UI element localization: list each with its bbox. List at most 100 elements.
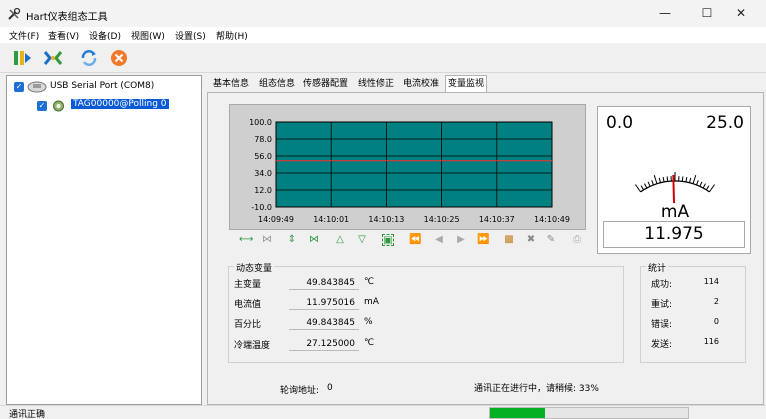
tab-sensor-config[interactable]: 传感器配置 <box>301 77 350 93</box>
gauge-tick <box>666 176 669 182</box>
fast-forward-icon[interactable]: ⏩ <box>477 234 489 246</box>
y-tick-label: -10.0 <box>251 203 272 212</box>
maximize-button[interactable]: ☐ <box>690 0 724 27</box>
menu-device[interactable]: 设备(D) <box>89 29 121 42</box>
gauge-tick <box>709 184 715 193</box>
gauge-tick <box>658 177 661 183</box>
trend-chart-svg: 100.0 78.0 56.0 34.0 12.0 -10.0 14:09:49 14:10:… <box>249 118 570 224</box>
menu-file[interactable]: 文件(F) <box>9 29 39 42</box>
var-label-primary: 主变量 <box>234 280 262 290</box>
menu-settings[interactable]: 设置(S) <box>175 29 206 42</box>
gauge-max: 25.0 <box>706 113 744 133</box>
var-label-cold-junction: 冷端温度 <box>234 341 271 351</box>
checkbox-port[interactable]: ✓ <box>14 82 24 92</box>
checkbox-device[interactable]: ✓ <box>37 101 47 111</box>
zoom-x-icon[interactable]: ⋈ <box>261 234 273 246</box>
stat-label-error: 错误: <box>651 320 673 330</box>
tree-port-label: USB Serial Port (COM8) <box>50 81 155 91</box>
x-tick-label: 14:10:01 <box>313 215 349 224</box>
gauge-tick <box>653 175 658 184</box>
variable-monitor-panel: 100.0 78.0 56.0 34.0 12.0 -10.0 14:09:49 14:10:… <box>207 92 764 405</box>
stat-label-success: 成功: <box>651 280 673 290</box>
gauge-tick <box>699 181 703 187</box>
chart-toolbar: ⟷ ⋈ ⇕ ⋈ △ ▽ ▣ ⏪ ◀ ▶ ⏩ ▩ ✖ ✎ ⎙ <box>229 230 586 250</box>
connect-icon[interactable] <box>11 47 33 69</box>
menu-window[interactable]: 视图(W) <box>131 29 165 42</box>
usb-port-icon <box>27 81 47 93</box>
tab-linear-correction[interactable]: 线性修正 <box>356 77 396 93</box>
gauge-tick <box>681 176 684 182</box>
gauge-tick <box>647 181 651 187</box>
gauge-value: 11.975 <box>603 221 745 248</box>
gauge-tick <box>651 180 654 186</box>
stat-value-success: 114 <box>703 277 719 286</box>
var-value-percent: 49.843845 <box>289 316 359 330</box>
statistics-title: 统计 <box>646 261 669 274</box>
tab-config-info[interactable]: 组态信息 <box>257 77 297 93</box>
scroll-down-icon[interactable]: ▽ <box>356 234 368 246</box>
polling-address-value: 0 <box>327 383 333 393</box>
gauge-tick <box>689 177 692 183</box>
minimize-button[interactable]: — <box>648 0 682 27</box>
y-tick-label: 78.0 <box>254 135 272 144</box>
close-button[interactable]: ✕ <box>724 0 758 27</box>
tab-variable-monitor[interactable]: 变量监视 <box>445 75 488 93</box>
refresh-icon[interactable] <box>78 47 100 69</box>
edit-icon[interactable]: ✎ <box>545 234 557 246</box>
var-unit-current: mA <box>364 297 379 307</box>
search-device-icon[interactable] <box>42 47 64 69</box>
menu-bar: 文件(F) 查看(V) 设备(D) 视图(W) 设置(S) 帮助(H) <box>0 27 766 43</box>
menu-view[interactable]: 查看(V) <box>48 29 79 42</box>
wrench-icon <box>8 7 21 20</box>
x-tick-label: 14:10:49 <box>534 215 570 224</box>
var-unit-cold-junction: ℃ <box>364 338 375 348</box>
var-label-current: 电流值 <box>234 300 262 310</box>
var-value-current: 11.975016 <box>289 296 359 310</box>
gauge-dial <box>635 172 715 203</box>
polling-address-label: 轮询地址: <box>280 386 320 396</box>
title-bar: Hart仪表组态工具 — ☐ ✕ <box>0 0 766 27</box>
trend-chart: 100.0 78.0 56.0 34.0 12.0 -10.0 14:09:49 14:10:… <box>229 104 586 230</box>
menu-help[interactable]: 帮助(H) <box>216 29 248 42</box>
zoom-y-icon[interactable]: ⋈ <box>308 234 320 246</box>
print-icon[interactable]: ⎙ <box>571 234 583 246</box>
tree-item-device[interactable]: ✓ TAG00000@Polling 0 <box>31 99 196 113</box>
cursor-icon[interactable]: ▩ <box>503 234 515 246</box>
stat-value-sent: 116 <box>703 337 719 346</box>
dynamic-variables-title: 动态变量 <box>234 261 275 274</box>
tab-basic-info[interactable]: 基本信息 <box>211 77 251 93</box>
x-tick-label: 14:10:13 <box>368 215 404 224</box>
device-tree: ✓ USB Serial Port (COM8) ✓ TAG00000@Poll… <box>6 75 202 405</box>
statistics-group: 统计 成功: 114 重试: 2 错误: 0 发送: 116 <box>640 261 746 363</box>
gauge-min: 0.0 <box>606 113 634 133</box>
status-bar: 通讯正确 <box>0 405 766 419</box>
plot-area <box>275 121 553 208</box>
step-forward-icon[interactable]: ▶ <box>455 234 467 246</box>
y-tick-label: 34.0 <box>254 169 272 178</box>
stat-value-error: 0 <box>713 317 719 326</box>
tree-item-port[interactable]: ✓ USB Serial Port (COM8) <box>12 80 197 94</box>
pan-horizontal-icon[interactable]: ⟷ <box>239 234 253 246</box>
y-tick-label: 56.0 <box>254 152 272 161</box>
gauge-tick <box>662 176 665 183</box>
tab-current-calibration[interactable]: 电流校准 <box>401 77 441 93</box>
status-progress-fill <box>490 408 546 418</box>
var-unit-primary: ℃ <box>364 277 375 287</box>
toolbar <box>0 43 766 73</box>
communication-progress-text: 通讯正在进行中，请稍候: 33% <box>474 384 599 394</box>
var-unit-percent: % <box>364 317 373 327</box>
tab-strip: 基本信息 组态信息 传感器配置 线性修正 电流校准 变量监视 <box>207 75 763 93</box>
x-tick-label: 14:09:49 <box>258 215 294 224</box>
stat-label-sent: 发送: <box>651 340 673 350</box>
gauge-tick <box>702 183 706 189</box>
clear-icon[interactable]: ✖ <box>525 234 537 246</box>
gauge-tick <box>685 176 688 183</box>
pan-vertical-icon[interactable]: ⇕ <box>286 234 298 246</box>
rewind-icon[interactable]: ⏪ <box>409 234 421 246</box>
y-tick-label: 12.0 <box>254 186 272 195</box>
scroll-up-icon[interactable]: △ <box>334 234 346 246</box>
zoom-box-icon[interactable]: ▣ <box>382 234 394 246</box>
stop-icon[interactable] <box>108 47 130 69</box>
stat-value-retry: 2 <box>713 297 719 306</box>
step-back-icon[interactable]: ◀ <box>433 234 445 246</box>
